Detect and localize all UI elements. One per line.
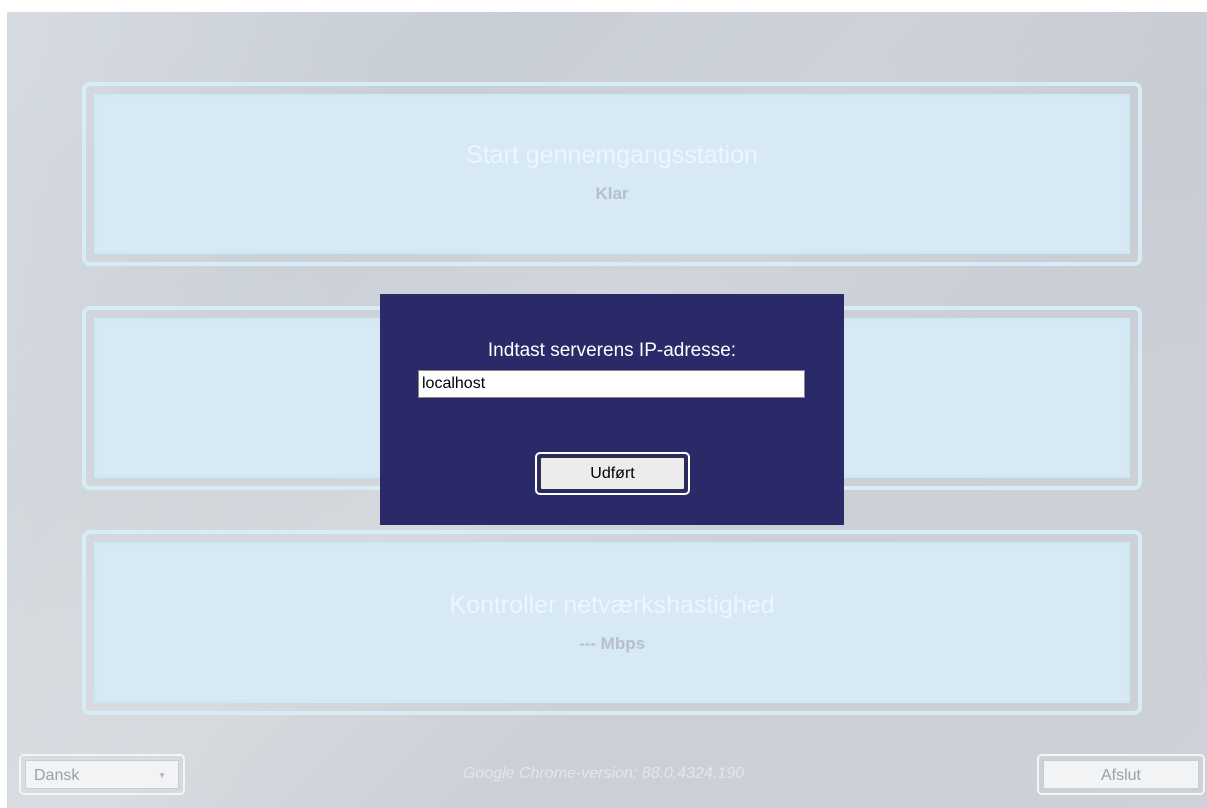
exit-button-frame: Afslut — [1037, 754, 1205, 795]
done-button[interactable]: Udført — [540, 457, 685, 490]
network-speed-button[interactable]: Kontroller netværkshastighed --- Mbps — [94, 542, 1130, 703]
server-ip-input[interactable] — [418, 370, 805, 398]
network-speed-status: --- Mbps — [578, 634, 646, 653]
server-ip-dialog: Indtast serverens IP-adresse: Udført — [380, 294, 844, 525]
exit-button[interactable]: Afslut — [1043, 760, 1199, 789]
network-speed-title: Kontroller netværkshastighed — [449, 591, 775, 619]
chrome-version-text: Google Chrome-version: 88.0.4324.190 — [462, 765, 745, 782]
start-station-status: Klar — [595, 184, 629, 203]
done-button-frame: Udført — [535, 452, 690, 495]
server-ip-label: Indtast serverens IP-adresse: — [487, 340, 737, 361]
network-speed-panel[interactable]: Kontroller netværkshastighed --- Mbps — [82, 530, 1142, 715]
start-station-button[interactable]: Start gennemgangsstation Klar — [94, 94, 1130, 254]
start-station-panel[interactable]: Start gennemgangsstation Klar — [82, 82, 1142, 266]
app-root: Start gennemgangsstation Klar Kontroller… — [0, 0, 1207, 808]
start-station-title: Start gennemgangsstation — [466, 141, 758, 169]
